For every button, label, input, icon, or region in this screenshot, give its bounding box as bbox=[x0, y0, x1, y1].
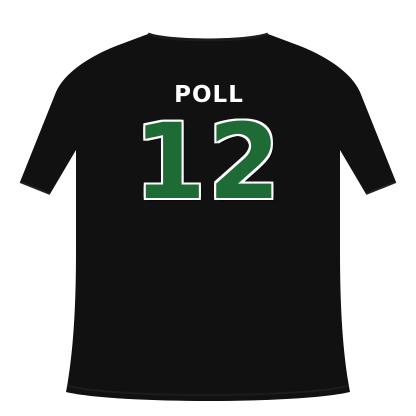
product-image: POLL 12 bbox=[0, 0, 416, 416]
player-number: 12 bbox=[133, 101, 283, 223]
shirt-collar bbox=[147, 32, 269, 42]
